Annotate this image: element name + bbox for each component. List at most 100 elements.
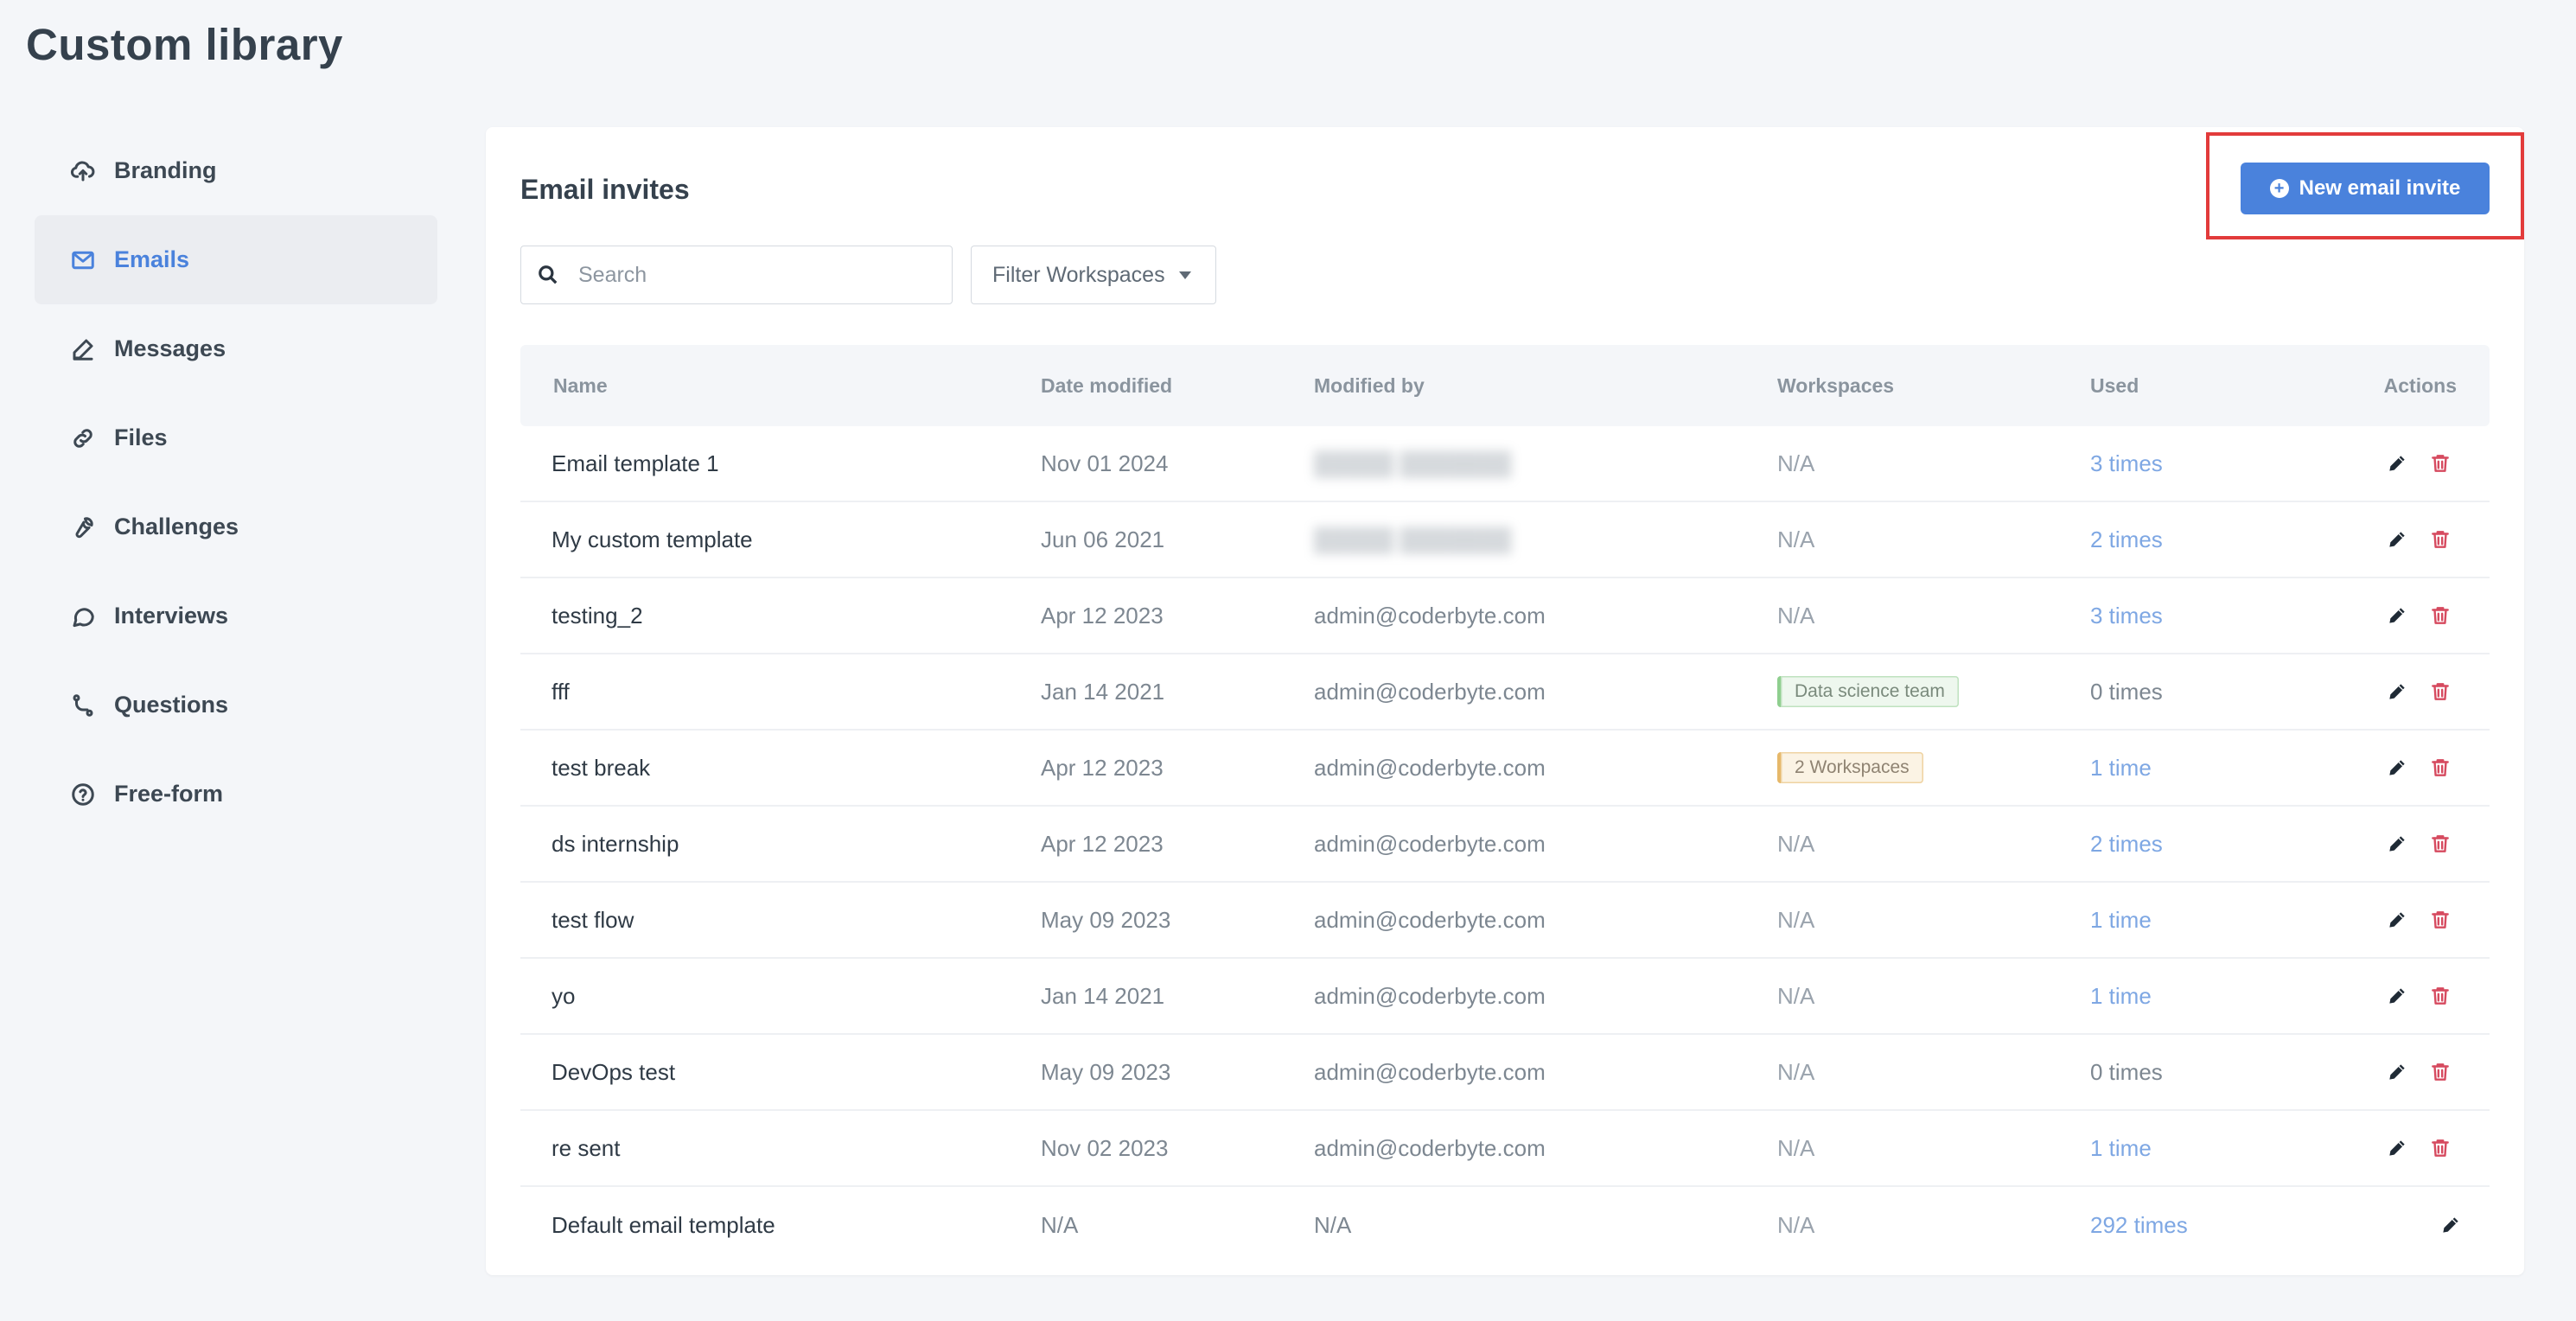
caret-down-icon [1178, 271, 1191, 279]
row-used[interactable]: 2 times [2090, 526, 2315, 553]
table-row[interactable]: testing_2 Apr 12 2023 admin@coderbyte.com N… [520, 578, 2490, 654]
edit-pencil-icon[interactable] [2384, 907, 2410, 933]
row-used[interactable]: 3 times [2090, 450, 2315, 477]
sidebar-item-label: Messages [114, 335, 226, 361]
table-row[interactable]: Email template 1 Nov 01 2024 █████ ███████… [520, 426, 2490, 502]
delete-trash-icon[interactable] [2427, 450, 2453, 476]
plus-circle-icon: + [2269, 179, 2289, 198]
table-row[interactable]: My custom template Jun 06 2021 █████ █████… [520, 502, 2490, 578]
sidebar-item-label: Emails [114, 246, 190, 272]
row-used[interactable]: 1 time [2090, 983, 2315, 1010]
sidebar-item-emails[interactable]: Emails [35, 215, 437, 304]
row-actions [2315, 831, 2490, 857]
redacted-text: █████ ███████ [1314, 450, 1512, 476]
delete-trash-icon[interactable] [2427, 526, 2453, 552]
edit-pencil-icon[interactable] [2384, 1135, 2410, 1161]
row-used: 0 times [2090, 1058, 2163, 1085]
row-name: DevOps test [552, 1058, 676, 1085]
row-name: re sent [552, 1134, 621, 1161]
row-modified-by: admin@coderbyte.com [1314, 754, 1546, 781]
sidebar-item-files[interactable]: Files [35, 393, 437, 482]
row-workspaces: N/A [1777, 1058, 1815, 1085]
edit-pencil-icon[interactable] [2384, 755, 2410, 781]
row-used[interactable]: 292 times [2090, 1212, 2315, 1239]
sidebar-item-branding[interactable]: Branding [35, 126, 437, 215]
search-icon [539, 265, 558, 284]
row-workspaces: N/A [1777, 526, 1815, 552]
table-row[interactable]: test flow May 09 2023 admin@coderbyte.com N… [520, 883, 2490, 959]
row-workspaces: N/A [1777, 830, 1815, 857]
cloud-upload-icon [69, 157, 97, 185]
row-modified-by: admin@coderbyte.com [1314, 906, 1546, 933]
column-header-used[interactable]: Used [2090, 374, 2315, 398]
edit-pencil-icon[interactable] [2384, 450, 2410, 476]
row-used[interactable]: 1 time [2090, 1135, 2315, 1162]
edit-pencil-icon[interactable] [2438, 1212, 2464, 1238]
row-modified-by: █████ ███████ [1314, 526, 1777, 553]
row-name: testing_2 [552, 602, 643, 629]
delete-trash-icon[interactable] [2427, 1135, 2453, 1161]
sidebar-item-interviews[interactable]: Interviews [35, 571, 437, 660]
sidebar-item-questions[interactable]: Questions [35, 660, 437, 750]
sidebar-item-label: Questions [114, 692, 229, 718]
delete-trash-icon[interactable] [2427, 1059, 2453, 1085]
row-used[interactable]: 1 time [2090, 755, 2315, 782]
column-header-modified-by[interactable]: Modified by [1314, 374, 1777, 398]
table-row[interactable]: fff Jan 14 2021 admin@coderbyte.com Data sc… [520, 654, 2490, 731]
row-workspaces: N/A [1777, 1134, 1815, 1161]
delete-trash-icon[interactable] [2427, 603, 2453, 629]
table-row[interactable]: test break Apr 12 2023 admin@coderbyte.com… [520, 731, 2490, 807]
row-name: yo [552, 982, 576, 1009]
row-used[interactable]: 3 times [2090, 603, 2315, 629]
edit-pencil-icon[interactable] [2384, 526, 2410, 552]
table-row[interactable]: yo Jan 14 2021 admin@coderbyte.com N/A 1 tim… [520, 959, 2490, 1035]
link-icon [69, 424, 97, 452]
filter-workspaces-dropdown[interactable]: Filter Workspaces [971, 246, 1216, 304]
column-header-name[interactable]: Name [520, 374, 1041, 398]
new-email-invite-button[interactable]: + New email invite [2241, 163, 2490, 214]
table-body: Email template 1 Nov 01 2024 █████ ███████… [520, 426, 2490, 1263]
table-row[interactable]: ds internship Apr 12 2023 admin@coderbyte.… [520, 807, 2490, 883]
edit-pencil-icon[interactable] [2384, 679, 2410, 705]
sidebar-item-free-form[interactable]: Free-form [35, 750, 437, 839]
table-row[interactable]: re sent Nov 02 2023 admin@coderbyte.com N/A… [520, 1111, 2490, 1187]
wrench-icon [69, 514, 97, 541]
row-actions [2315, 1212, 2490, 1238]
row-used: 0 times [2090, 678, 2163, 705]
row-workspaces: N/A [1777, 906, 1815, 933]
row-modified-by: N/A [1314, 1211, 1352, 1238]
search-box [520, 246, 953, 304]
section-title: Email invites [520, 174, 690, 205]
pencil-icon [69, 335, 97, 363]
row-name: test flow [552, 906, 634, 933]
row-used[interactable]: 2 times [2090, 831, 2315, 858]
column-header-workspaces[interactable]: Workspaces [1777, 374, 2090, 398]
column-header-date-modified[interactable]: Date modified [1041, 374, 1314, 398]
delete-trash-icon[interactable] [2427, 831, 2453, 857]
sidebar-item-challenges[interactable]: Challenges [35, 482, 437, 571]
delete-trash-icon[interactable] [2427, 755, 2453, 781]
sidebar-item-label: Branding [114, 157, 217, 183]
delete-trash-icon[interactable] [2427, 679, 2453, 705]
row-workspaces: N/A [1777, 602, 1815, 629]
row-date-modified: Nov 01 2024 [1041, 450, 1169, 476]
search-input[interactable] [578, 262, 941, 288]
delete-trash-icon[interactable] [2427, 983, 2453, 1009]
row-name: My custom template [552, 526, 753, 552]
row-date-modified: May 09 2023 [1041, 1058, 1171, 1085]
row-workspaces: N/A [1777, 450, 1815, 476]
row-date-modified: May 09 2023 [1041, 906, 1171, 933]
row-used[interactable]: 1 time [2090, 907, 2315, 934]
row-name: fff [552, 678, 570, 705]
table-row[interactable]: Default email template N/A N/A N/A 292 times [520, 1187, 2490, 1263]
table-row[interactable]: DevOps test May 09 2023 admin@coderbyte.co… [520, 1035, 2490, 1111]
row-modified-by: admin@coderbyte.com [1314, 830, 1546, 857]
workspace-badge: Data science team [1777, 676, 1959, 707]
delete-trash-icon[interactable] [2427, 907, 2453, 933]
edit-pencil-icon[interactable] [2384, 603, 2410, 629]
edit-pencil-icon[interactable] [2384, 831, 2410, 857]
row-actions [2315, 450, 2490, 476]
edit-pencil-icon[interactable] [2384, 1059, 2410, 1085]
sidebar-item-messages[interactable]: Messages [35, 304, 437, 393]
edit-pencil-icon[interactable] [2384, 983, 2410, 1009]
